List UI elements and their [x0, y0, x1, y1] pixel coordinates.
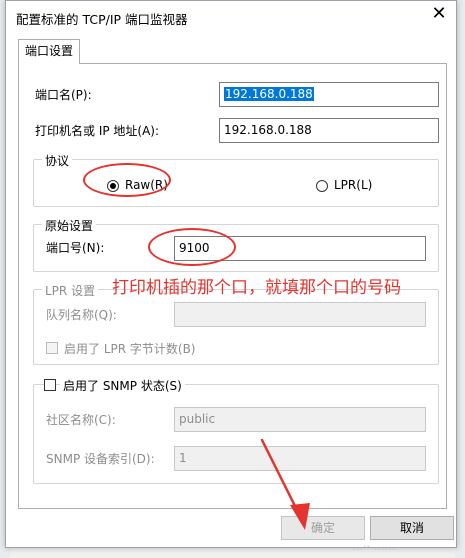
tab-port-settings[interactable]: 端口设置	[18, 39, 80, 64]
snmp-status-checkbox[interactable]	[44, 379, 56, 391]
annotation-arrow	[260, 438, 310, 530]
arrow-head	[290, 503, 310, 530]
watermark: …·· ……	[352, 540, 396, 553]
